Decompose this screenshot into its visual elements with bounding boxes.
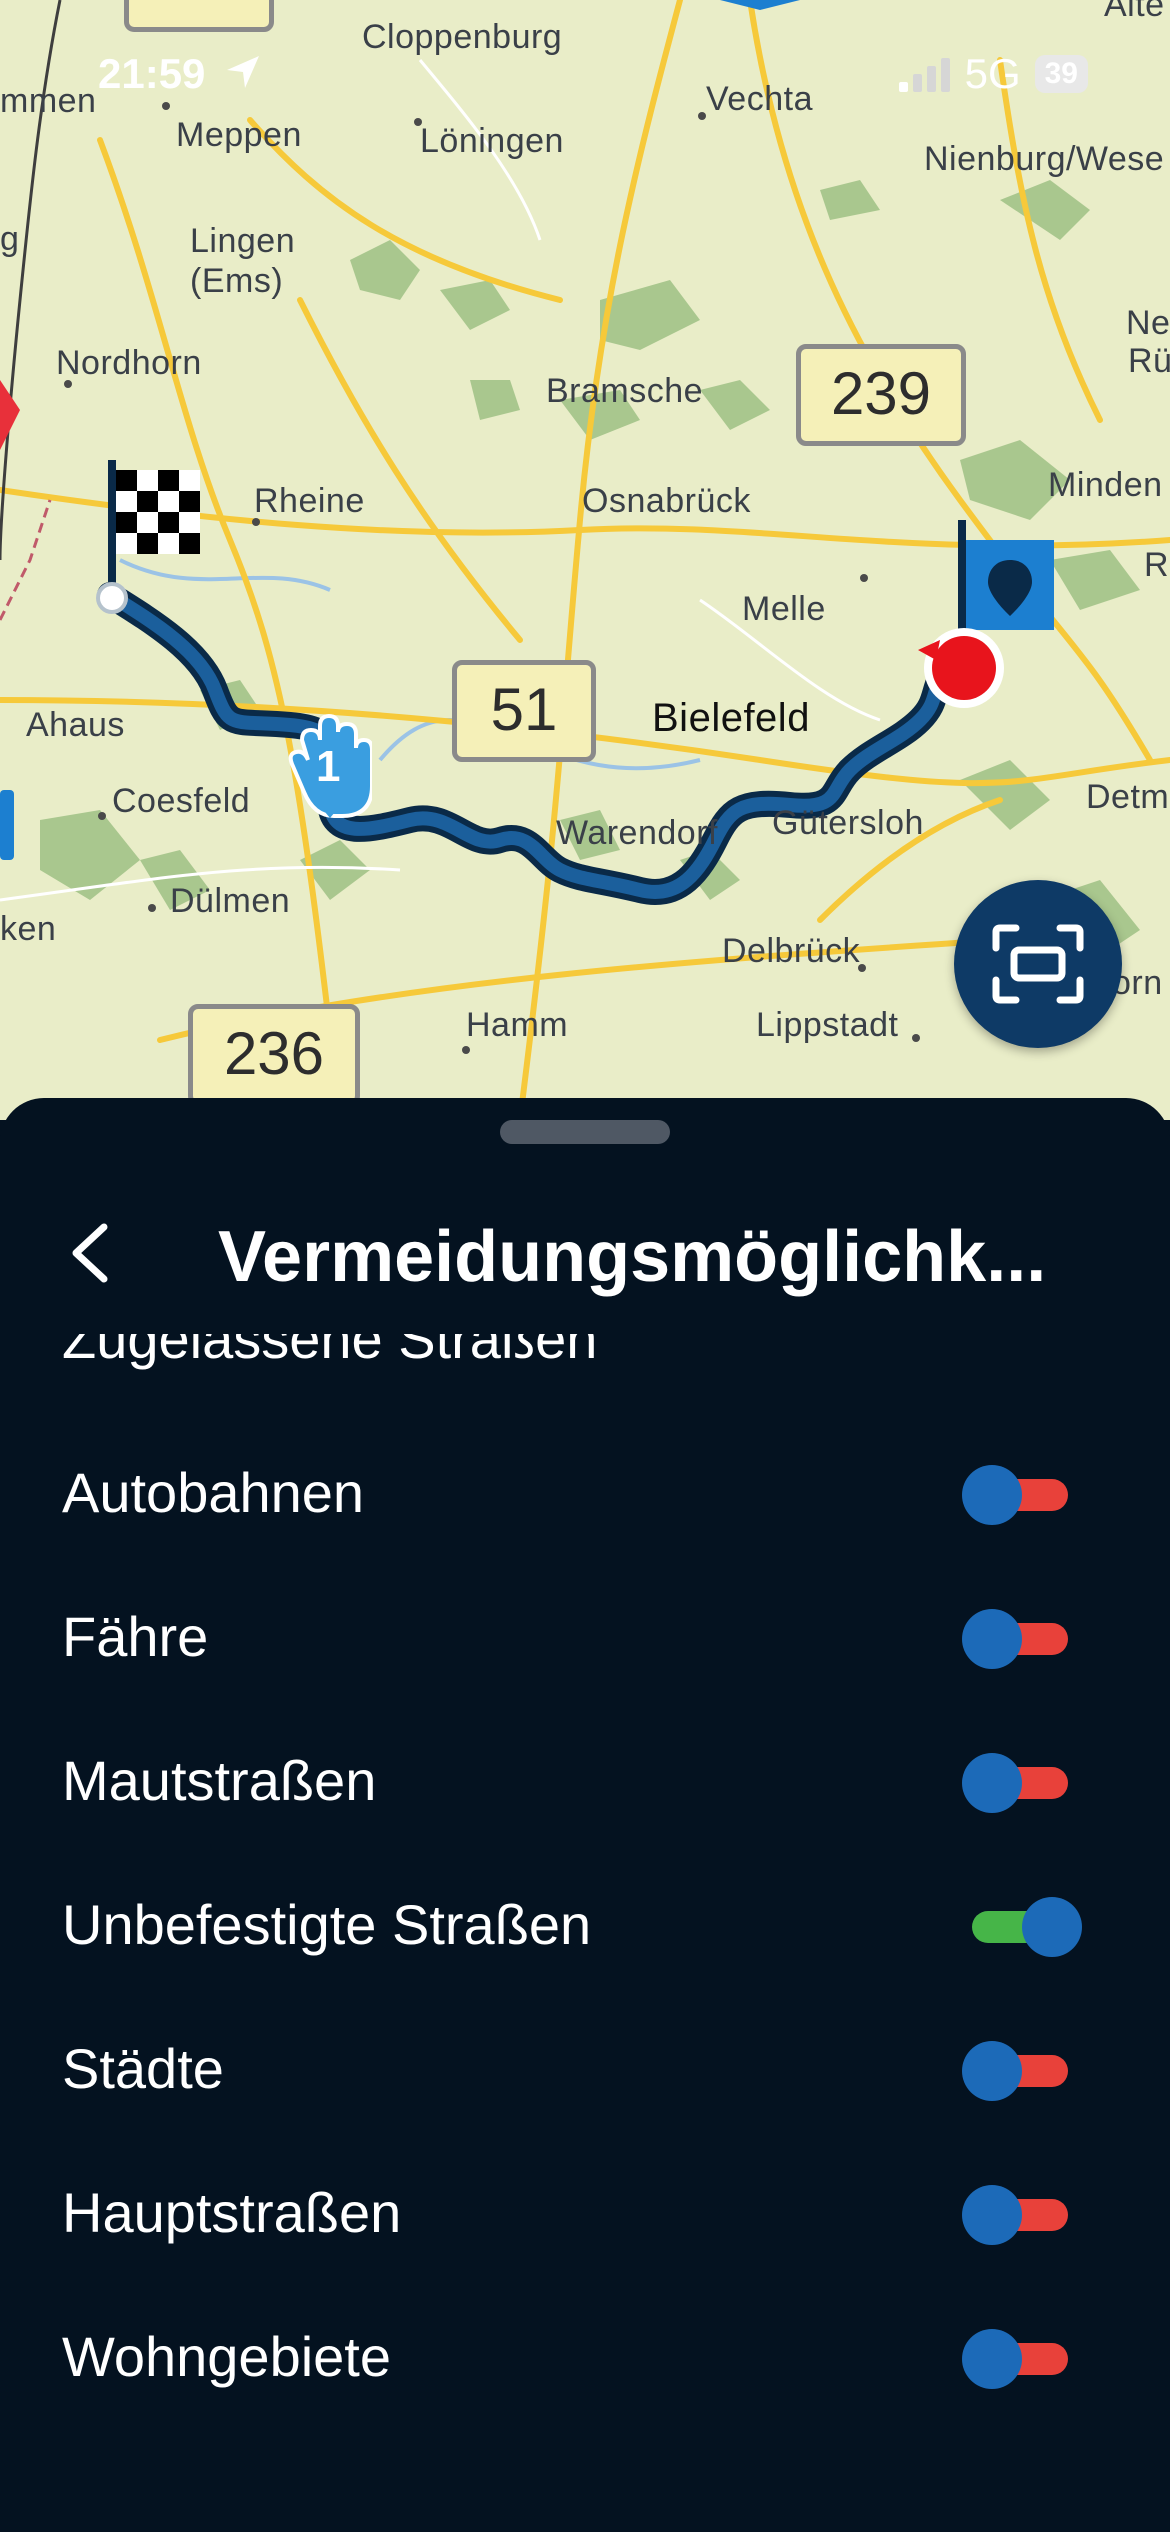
- city-label: (Ems): [190, 262, 284, 300]
- city-dot: [462, 1046, 470, 1054]
- city-label: Melle: [742, 590, 826, 628]
- city-dot: [698, 112, 706, 120]
- city-label: ken: [0, 910, 57, 948]
- city-label: Coesfeld: [112, 782, 251, 820]
- back-button[interactable]: [50, 1208, 130, 1298]
- city-dot: [162, 102, 170, 110]
- city-dot: [912, 1034, 920, 1042]
- city-label: Bramsche: [546, 372, 704, 410]
- city-label: Lippstadt: [756, 1006, 899, 1044]
- option-row-autobahnen[interactable]: Autobahnen: [0, 1420, 1170, 1564]
- location-arrow-icon: [227, 56, 260, 88]
- city-label: g: [0, 220, 20, 258]
- option-row-staedte[interactable]: Städte: [0, 1996, 1170, 2140]
- toggle-switch[interactable]: [962, 1897, 1082, 1957]
- option-label: Fähre: [62, 1604, 209, 1668]
- toggle-switch[interactable]: [962, 1465, 1082, 1525]
- city-label: Bielefeld: [652, 696, 810, 740]
- toggle-switch[interactable]: [962, 2329, 1082, 2389]
- network-type: 5G: [964, 50, 1021, 97]
- city-label: Vechta: [706, 80, 813, 118]
- signal-icon: [898, 58, 950, 92]
- toggle-knob: [962, 1465, 1022, 1525]
- section-header-clip: Zugelassene Straßen: [0, 1334, 1170, 1374]
- toggle-knob: [962, 2041, 1022, 2101]
- city-label: Warendorf: [556, 814, 718, 852]
- fit-route-button[interactable]: [954, 880, 1122, 1048]
- map-view[interactable]: Cloppenburg Vechta Meppen Löningen Nienb…: [0, 0, 1170, 1120]
- toggle-switch[interactable]: [962, 2041, 1082, 2101]
- city-label: Löningen: [420, 122, 564, 160]
- city-label: Hamm: [466, 1006, 569, 1044]
- waypoint-number: 1: [316, 742, 341, 791]
- avoidance-options-sheet: Vermeidungsmöglichk... Zugelassene Straß…: [0, 1098, 1170, 2532]
- toggle-knob: [962, 2329, 1022, 2389]
- city-label: Rheine: [254, 482, 365, 520]
- city-label: Delbrück: [722, 932, 861, 970]
- section-header: Zugelassene Straßen: [62, 1334, 598, 1370]
- road-shield: 236: [188, 1004, 360, 1106]
- city-dot: [98, 812, 106, 820]
- option-label: Unbefestigte Straßen: [62, 1892, 592, 1956]
- city-label: Gütersloh: [772, 804, 924, 842]
- status-time: 21:59: [98, 50, 263, 98]
- toggle-switch[interactable]: [962, 1609, 1082, 1669]
- road-shield: 239: [796, 344, 966, 446]
- option-label: Hauptstraßen: [62, 2180, 402, 2244]
- toggle-knob: [962, 2185, 1022, 2245]
- option-label: Städte: [62, 2036, 224, 2100]
- city-label: Meppen: [176, 116, 302, 154]
- option-row-hauptstrassen[interactable]: Hauptstraßen: [0, 2140, 1170, 2284]
- toggle-knob: [962, 1753, 1022, 1813]
- city-label: Rü: [1128, 342, 1170, 380]
- city-dot: [148, 904, 156, 912]
- city-label: Minden: [1048, 466, 1163, 504]
- toggle-knob: [1022, 1897, 1082, 1957]
- waypoint-marker[interactable]: 1: [288, 700, 374, 824]
- option-row-mautstrassen[interactable]: Mautstraßen: [0, 1708, 1170, 1852]
- toggle-switch[interactable]: [962, 2185, 1082, 2245]
- clock-text: 21:59: [98, 50, 206, 97]
- option-row-unbefestigte-strassen[interactable]: Unbefestigte Straßen: [0, 1852, 1170, 1996]
- city-dot: [860, 574, 868, 582]
- option-label: Wohngebiete: [62, 2324, 391, 2388]
- city-label: mmen: [0, 82, 97, 120]
- status-indicators: 5G 39: [898, 50, 1088, 98]
- road-shield: [124, 0, 274, 32]
- sheet-drag-handle[interactable]: [500, 1120, 670, 1144]
- toggle-switch[interactable]: [962, 1753, 1082, 1813]
- option-label: Autobahnen: [62, 1460, 365, 1524]
- battery-indicator: 39: [1034, 55, 1088, 93]
- toggle-knob: [962, 1609, 1022, 1669]
- city-label: Lingen: [190, 222, 296, 260]
- option-label: Mautstraßen: [62, 1748, 377, 1812]
- city-label: Ri: [1144, 546, 1170, 584]
- road-shield: 51: [452, 660, 596, 762]
- city-label: Detmol: [1086, 778, 1170, 816]
- frame-expand-icon: [992, 924, 1084, 1004]
- chevron-left-icon: [72, 1223, 108, 1283]
- city-label: Alte: [1104, 0, 1165, 24]
- city-label: Osnabrück: [582, 482, 751, 520]
- option-row-faehre[interactable]: Fähre: [0, 1564, 1170, 1708]
- city-label: Nordhorn: [56, 344, 202, 382]
- city-label: Nienburg/Wese: [924, 140, 1165, 178]
- sheet-title: Vermeidungsmöglichk...: [218, 1217, 1047, 1297]
- option-row-wohngebiete[interactable]: Wohngebiete: [0, 2284, 1170, 2428]
- city-label: Cloppenburg: [362, 18, 563, 56]
- city-label: Dülmen: [170, 882, 291, 920]
- city-label: Ahaus: [26, 706, 125, 744]
- city-label: Ne: [1126, 304, 1170, 342]
